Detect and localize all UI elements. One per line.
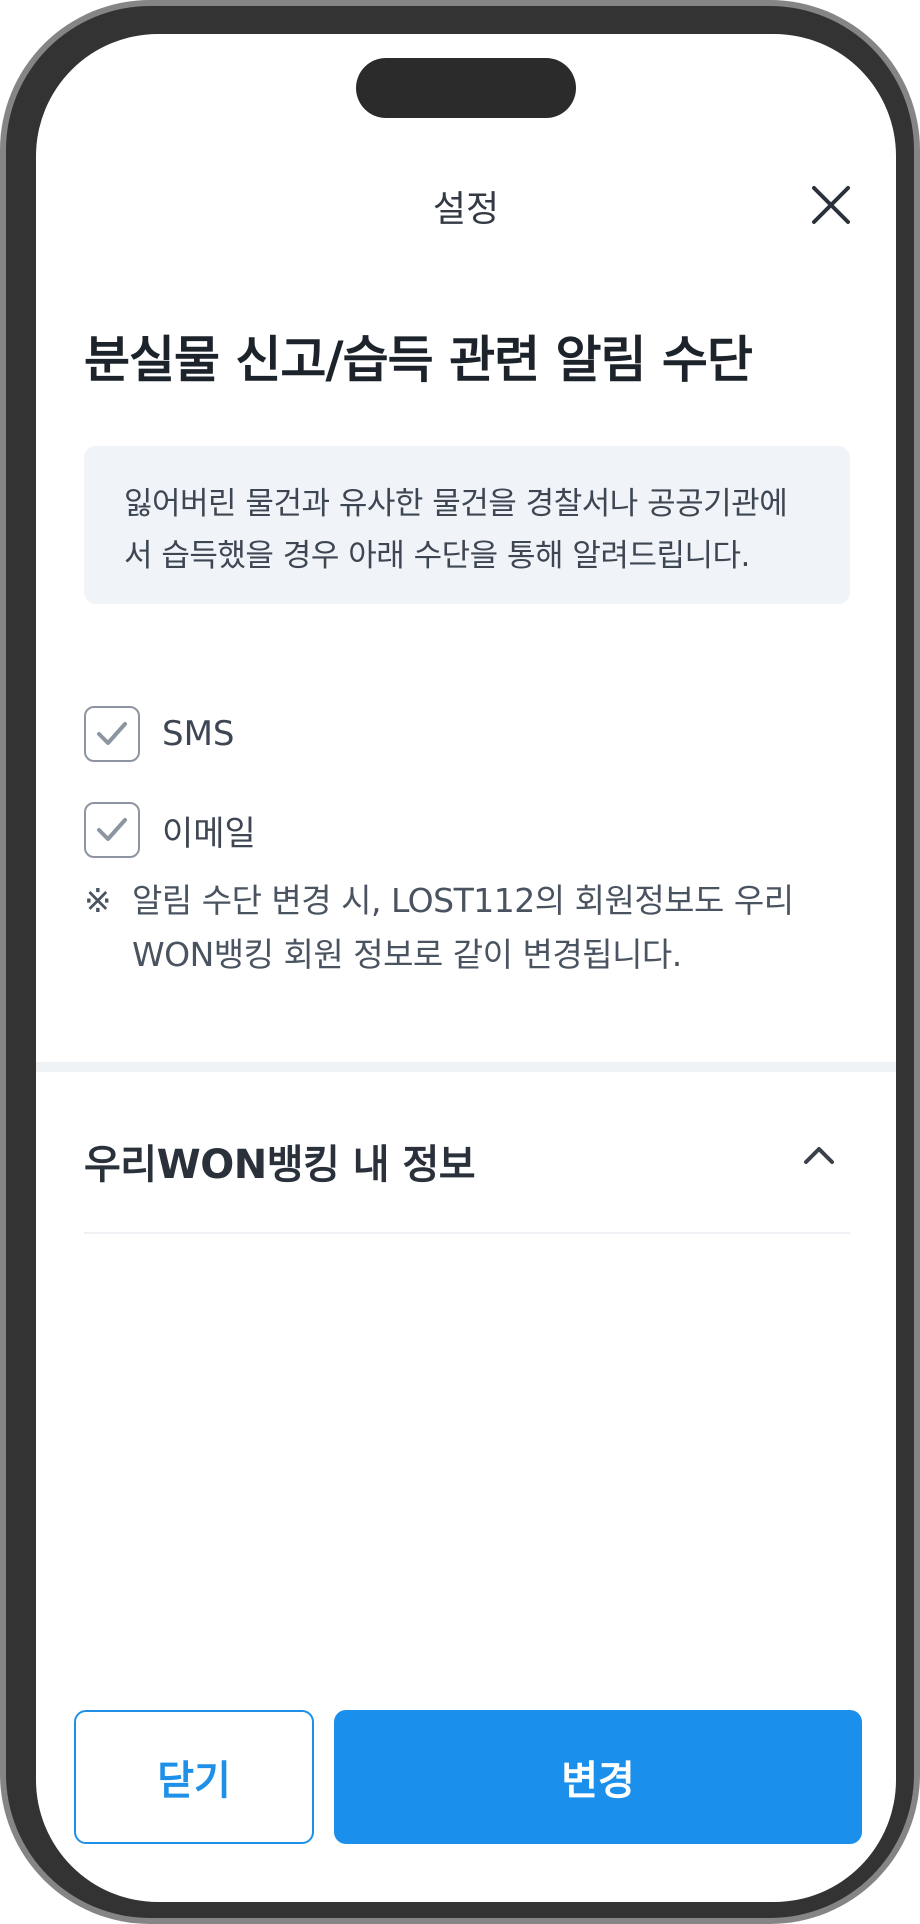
sms-checkbox[interactable]	[84, 706, 140, 762]
phone-frame: 설정 분실물 신고/습득 관련 알림 수단 잃어버린 물건과 유사한 물건을 경…	[0, 0, 920, 1924]
sms-label: SMS	[162, 714, 235, 754]
dynamic-island	[356, 58, 576, 118]
close-button[interactable]	[806, 180, 856, 230]
section-toggle-button[interactable]	[794, 1130, 844, 1180]
notice-text: 알림 수단 변경 시, LOST112의 회원정보도 우리WON뱅킹 회원 정보…	[132, 881, 794, 974]
email-option[interactable]: 이메일	[84, 802, 256, 858]
check-icon	[97, 722, 127, 745]
notice-mark: ※	[84, 881, 112, 920]
info-text: 잃어버린 물건과 유사한 물건을 경찰서나 공공기관에서 습득했을 경우 아래 …	[124, 486, 788, 574]
notice: ※ 알림 수단 변경 시, LOST112의 회원정보도 우리WON뱅킹 회원 …	[84, 874, 854, 982]
section-heading: 분실물 신고/습득 관련 알림 수단	[84, 331, 753, 389]
section-divider	[36, 1062, 896, 1072]
screen: 설정 분실물 신고/습득 관련 알림 수단 잃어버린 물건과 유사한 물건을 경…	[36, 34, 896, 1902]
my-info-section-title: 우리WON뱅킹 내 정보	[84, 1142, 476, 1188]
email-label: 이메일	[162, 813, 256, 854]
sms-option[interactable]: SMS	[84, 706, 235, 762]
list-divider	[84, 1232, 850, 1234]
close-footer-button[interactable]: 닫기	[74, 1710, 314, 1844]
change-button[interactable]: 변경	[334, 1710, 862, 1844]
info-box: 잃어버린 물건과 유사한 물건을 경찰서나 공공기관에서 습득했을 경우 아래 …	[84, 446, 850, 604]
check-icon	[97, 818, 127, 841]
email-checkbox[interactable]	[84, 802, 140, 858]
chevron-up-icon	[804, 1147, 834, 1164]
close-icon	[812, 186, 850, 224]
phone-bezel: 설정 분실물 신고/습득 관련 알림 수단 잃어버린 물건과 유사한 물건을 경…	[6, 6, 914, 1918]
page-title: 설정	[432, 189, 500, 230]
